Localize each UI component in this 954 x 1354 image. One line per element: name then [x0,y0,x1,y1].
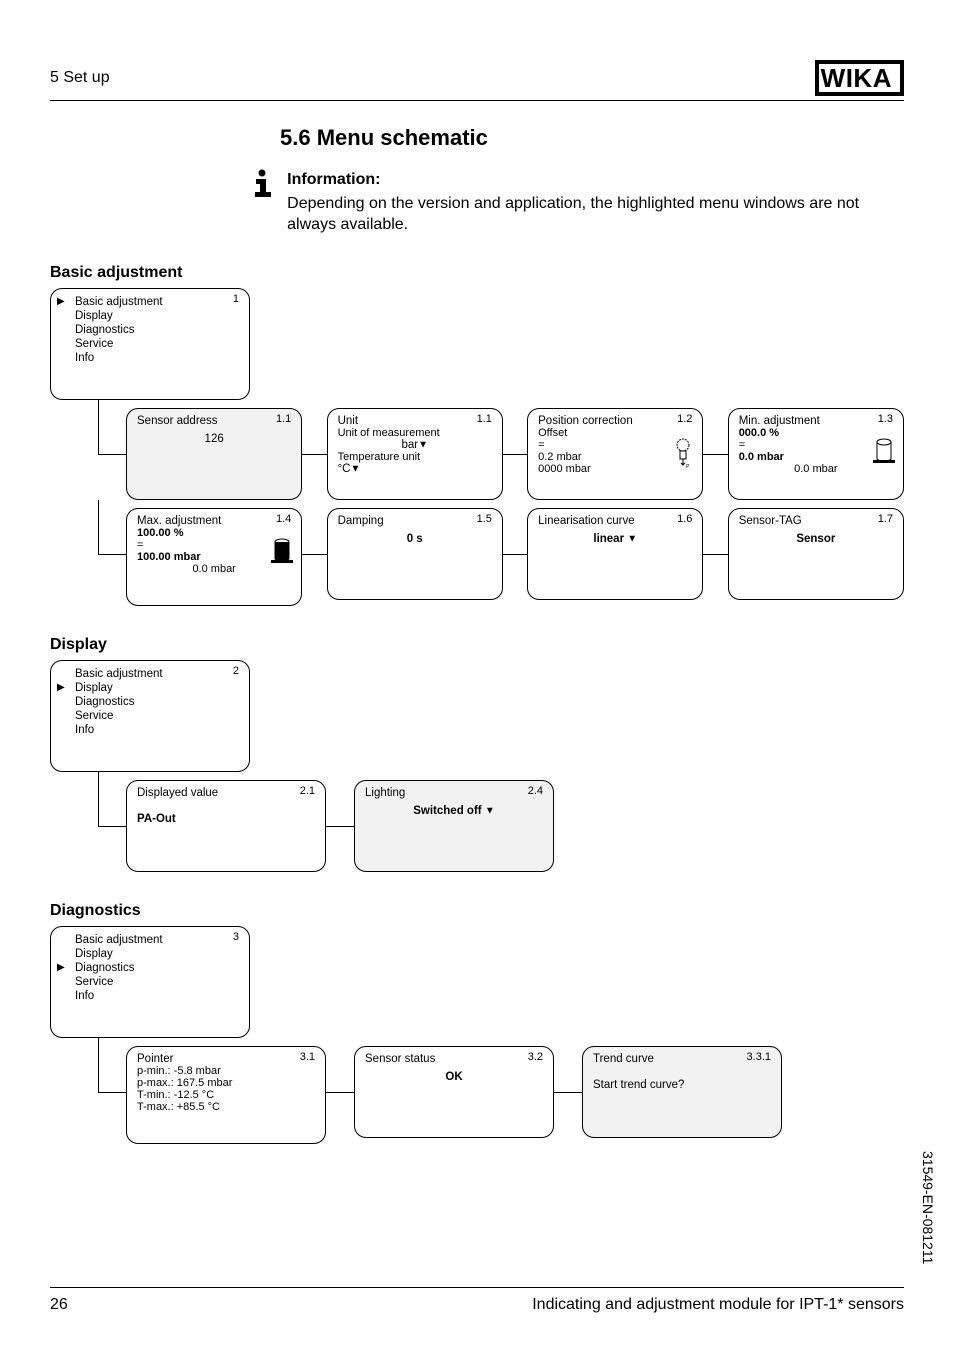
linearisation-card: 1.6 Linearisation curve linear ▼ [527,508,703,600]
menu-item: Display [61,947,239,961]
display-heading: Display [50,636,904,654]
menu-item: Service [61,709,239,723]
tank-low-icon [873,437,895,471]
menu-item: Display [61,309,239,323]
adjust-knob-icon: P [672,437,694,471]
menu-item: Basic adjustment [61,667,239,681]
menu-item: Diagnostics [61,323,239,337]
svg-text:P: P [686,464,690,470]
menu-item: Basic adjustment [61,933,239,947]
diagnostics-heading: Diagnostics [50,902,904,920]
max-adjustment-card: 1.4 Max. adjustment 100.00 % = 100.00 mb… [126,508,302,606]
diagnostics-menu-card: 3 Basic adjustment Display Diagnostics S… [50,926,250,1038]
diagnostics-block: Diagnostics 3 Basic adjustment Display D… [50,902,904,1144]
lighting-card: 2.4 Lighting Switched off ▼ [354,780,554,872]
pointer-card: 3.1 Pointer p-min.: -5.8 mbar p-max.: 16… [126,1046,326,1144]
menu-item: Info [61,989,239,1003]
menu-item: Service [61,975,239,989]
page-number: 26 [50,1296,68,1314]
chevron-down-icon: ▼ [627,533,637,544]
information-label: Information: [287,169,904,191]
tank-high-icon [271,537,293,571]
page-title: 5.6 Menu schematic [280,125,904,151]
display-block: Display 2 Basic adjustment Display Diagn… [50,636,904,872]
information-callout: Information: Depending on the version an… [250,169,904,236]
basic-menu-card: 1 Basic adjustment Display Diagnostics S… [50,288,250,400]
menu-item: Diagnostics [61,961,239,975]
menu-item: Display [61,681,239,695]
document-id: 31549-EN-081211 [920,1151,936,1264]
position-correction-card: 1.2 Position correction Offset = 0.2 mba… [527,408,703,500]
displayed-value-card: 2.1 Displayed value PA-Out [126,780,326,872]
basic-heading: Basic adjustment [50,264,904,282]
section-path: 5 Set up [50,69,110,87]
chevron-down-icon: ▼ [418,439,428,450]
menu-item: Info [61,723,239,737]
page-footer: 26 Indicating and adjustment module for … [50,1287,904,1314]
menu-item: Service [61,337,239,351]
sensor-address-card: 1.1 Sensor address 126 [126,408,302,500]
menu-item: Info [61,351,239,365]
trend-curve-card: 3.3.1 Trend curve Start trend curve? [582,1046,782,1138]
menu-item: Diagnostics [61,695,239,709]
sensor-status-card: 3.2 Sensor status OK [354,1046,554,1138]
damping-card: 1.5 Damping 0 s [327,508,503,600]
card-number: 1 [233,293,239,305]
chevron-down-icon: ▼ [485,805,495,816]
unit-card: 1.1 Unit Unit of measurement bar▼ Temper… [327,408,503,500]
info-icon [250,169,287,236]
information-text: Depending on the version and application… [287,193,904,236]
menu-item: Basic adjustment [61,295,239,309]
chevron-down-icon: ▼ [350,463,360,474]
footer-title: Indicating and adjustment module for IPT… [532,1296,904,1314]
sensor-tag-card: 1.7 Sensor-TAG Sensor [728,508,904,600]
brand-logo: WIKA [815,60,904,96]
min-adjustment-card: 1.3 Min. adjustment 000.0 % = 0.0 mbar 0… [728,408,904,500]
display-menu-card: 2 Basic adjustment Display Diagnostics S… [50,660,250,772]
page-header: 5 Set up WIKA [50,60,904,101]
basic-adjustment-block: Basic adjustment 1 Basic adjustment Disp… [50,264,904,606]
